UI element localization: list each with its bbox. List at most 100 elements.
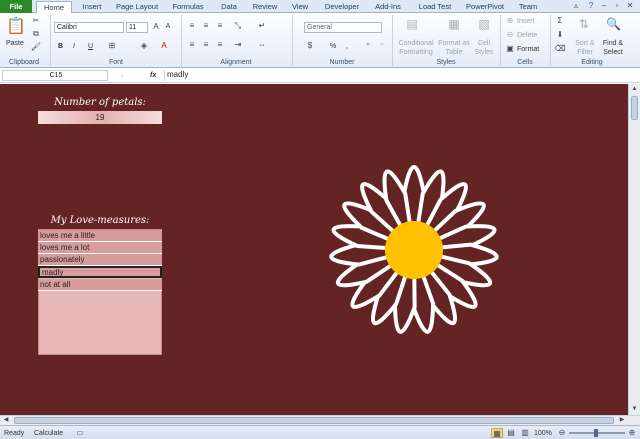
sort-filter-icon[interactable]: ⇅ xyxy=(578,17,590,31)
paste-icon[interactable]: 📋 xyxy=(6,17,26,37)
number-format-select[interactable]: General xyxy=(304,22,382,33)
vertical-scroll-thumb[interactable] xyxy=(631,96,638,120)
window-restore-icon[interactable]: ▫ xyxy=(611,1,623,11)
orientation-icon[interactable]: ⤡ xyxy=(232,21,244,31)
fill-color-icon[interactable]: ◈ xyxy=(138,41,150,51)
zoom-slider-thumb[interactable] xyxy=(594,429,598,437)
vertical-scrollbar[interactable]: ▲ ▼ xyxy=(628,84,640,415)
minimize-ribbon-icon[interactable]: ▵ xyxy=(570,1,582,11)
page-layout-view-icon[interactable]: ▤ xyxy=(505,428,517,438)
align-center-icon[interactable]: ≡ xyxy=(200,40,212,50)
format-as-table-icon[interactable]: ▦ xyxy=(448,17,460,31)
horizontal-scroll-thumb[interactable] xyxy=(14,417,614,424)
cut-icon[interactable]: ✂ xyxy=(30,16,42,26)
insert-function-button[interactable]: fx xyxy=(150,71,156,80)
clear-icon[interactable]: ⌫ xyxy=(554,44,566,54)
underline-button[interactable]: U xyxy=(88,42,93,51)
love-measure-item[interactable]: loves me a little xyxy=(38,230,162,242)
window-close-icon[interactable]: ✕ xyxy=(624,1,636,11)
tab-review[interactable]: Review xyxy=(248,1,282,13)
font-color-icon[interactable]: A xyxy=(158,41,170,51)
increase-decimal-icon[interactable]: ⁺ xyxy=(362,41,374,51)
tab-insert[interactable]: Insert xyxy=(75,1,109,13)
align-right-icon[interactable]: ≡ xyxy=(214,40,226,50)
format-as-table-button[interactable]: Format as Table xyxy=(438,39,470,57)
autosum-icon[interactable]: Σ xyxy=(554,16,566,26)
find-select-icon[interactable]: 🔍 xyxy=(606,17,621,31)
conditional-formatting-button[interactable]: Conditional Formatting xyxy=(396,39,436,57)
tab-page-layout[interactable]: Page Layout xyxy=(112,1,162,13)
tab-formulas[interactable]: Formulas xyxy=(166,1,210,13)
love-measure-item[interactable]: loves me a lot xyxy=(38,242,162,254)
scroll-right-icon[interactable]: ▶ xyxy=(616,416,628,425)
italic-button[interactable]: I xyxy=(73,42,75,51)
format-painter-icon[interactable]: 🖌 xyxy=(30,42,42,52)
align-top-icon[interactable]: ≡ xyxy=(186,21,198,31)
normal-view-icon[interactable]: ▦ xyxy=(491,428,503,438)
zoom-level[interactable]: 100% xyxy=(534,429,552,438)
conditional-formatting-icon[interactable]: ▤ xyxy=(406,17,418,31)
divider xyxy=(181,15,182,66)
zoom-out-icon[interactable]: ⊖ xyxy=(556,428,568,438)
delete-cells-icon[interactable]: ⊖ xyxy=(504,30,516,40)
font-size-select[interactable]: 11 xyxy=(126,22,148,33)
petals-input-cell[interactable]: 19 xyxy=(38,111,162,124)
help-icon[interactable]: ? xyxy=(585,1,597,11)
tab-team[interactable]: Team xyxy=(514,1,542,13)
tab-add-ins[interactable]: Add-Ins xyxy=(368,1,408,13)
macro-record-icon[interactable]: ▭ xyxy=(74,428,86,438)
love-measure-item[interactable]: passionately xyxy=(38,254,162,266)
wrap-text-icon[interactable]: ↵ xyxy=(256,21,268,31)
borders-icon[interactable]: ⊞ xyxy=(106,41,118,51)
insert-cells-button[interactable]: Insert xyxy=(517,17,535,26)
align-bottom-icon[interactable]: ≡ xyxy=(214,21,226,31)
sort-filter-button[interactable]: Sort & Filter xyxy=(572,39,598,57)
love-measure-item-selected[interactable]: madly xyxy=(38,266,162,278)
currency-icon[interactable]: $ xyxy=(304,41,316,51)
paste-button[interactable]: Paste xyxy=(6,39,24,48)
ribbon: 📋 Paste ✂ ⧉ 🖌 Clipboard Calibri 11 A A B… xyxy=(0,13,640,68)
tab-file[interactable]: File xyxy=(0,0,32,13)
divider xyxy=(392,15,393,66)
font-name-select[interactable]: Calibri xyxy=(54,22,124,33)
love-measure-item[interactable]: not at all xyxy=(38,279,162,291)
comma-button[interactable]: , xyxy=(346,42,348,51)
insert-cells-icon[interactable]: ⊕ xyxy=(504,16,516,26)
cell-styles-button[interactable]: Cell Styles xyxy=(472,39,496,57)
group-label-number: Number xyxy=(329,59,355,66)
worksheet[interactable]: Number of petals: 19 My Love-measures: l… xyxy=(0,84,628,415)
bold-button[interactable]: B xyxy=(58,42,63,51)
decrease-decimal-icon[interactable]: ⁻ xyxy=(376,41,388,51)
delete-cells-button[interactable]: Delete xyxy=(517,31,537,40)
horizontal-scrollbar[interactable]: ◀ ▶ xyxy=(0,415,640,425)
merge-center-icon[interactable]: ⇔ xyxy=(256,40,268,50)
scroll-left-icon[interactable]: ◀ xyxy=(0,416,12,425)
format-cells-button[interactable]: Format xyxy=(517,45,539,54)
format-cells-icon[interactable]: ▣ xyxy=(504,44,516,54)
indent-icon[interactable]: ⇥ xyxy=(232,40,244,50)
window-minimize-icon[interactable]: – xyxy=(598,1,610,11)
scroll-up-icon[interactable]: ▲ xyxy=(629,84,640,94)
copy-icon[interactable]: ⧉ xyxy=(30,29,42,39)
formula-input[interactable]: madly xyxy=(164,70,638,81)
tab-view[interactable]: View xyxy=(286,1,314,13)
zoom-in-icon[interactable]: ⊕ xyxy=(626,428,638,438)
find-select-button[interactable]: Find & Select xyxy=(600,39,626,57)
shrink-font-icon[interactable]: A xyxy=(162,22,174,32)
cell-styles-icon[interactable]: ▧ xyxy=(478,17,490,31)
status-calculate[interactable]: Calculate xyxy=(34,429,63,438)
name-box[interactable]: C15 xyxy=(2,70,108,81)
tab-powerpivot[interactable]: PowerPivot xyxy=(460,1,510,13)
tab-data[interactable]: Data xyxy=(214,1,244,13)
scroll-down-icon[interactable]: ▼ xyxy=(629,404,640,414)
align-left-icon[interactable]: ≡ xyxy=(186,40,198,50)
tab-load-test[interactable]: Load Test xyxy=(412,1,458,13)
tab-developer[interactable]: Developer xyxy=(320,1,364,13)
align-middle-icon[interactable]: ≡ xyxy=(200,21,212,31)
percent-button[interactable]: % xyxy=(330,42,336,51)
fill-icon[interactable]: ⬇ xyxy=(554,30,566,40)
divider xyxy=(500,15,501,66)
page-break-view-icon[interactable]: ▥ xyxy=(519,428,531,438)
group-label-font: Font xyxy=(108,59,123,66)
grow-font-icon[interactable]: A xyxy=(150,22,162,32)
